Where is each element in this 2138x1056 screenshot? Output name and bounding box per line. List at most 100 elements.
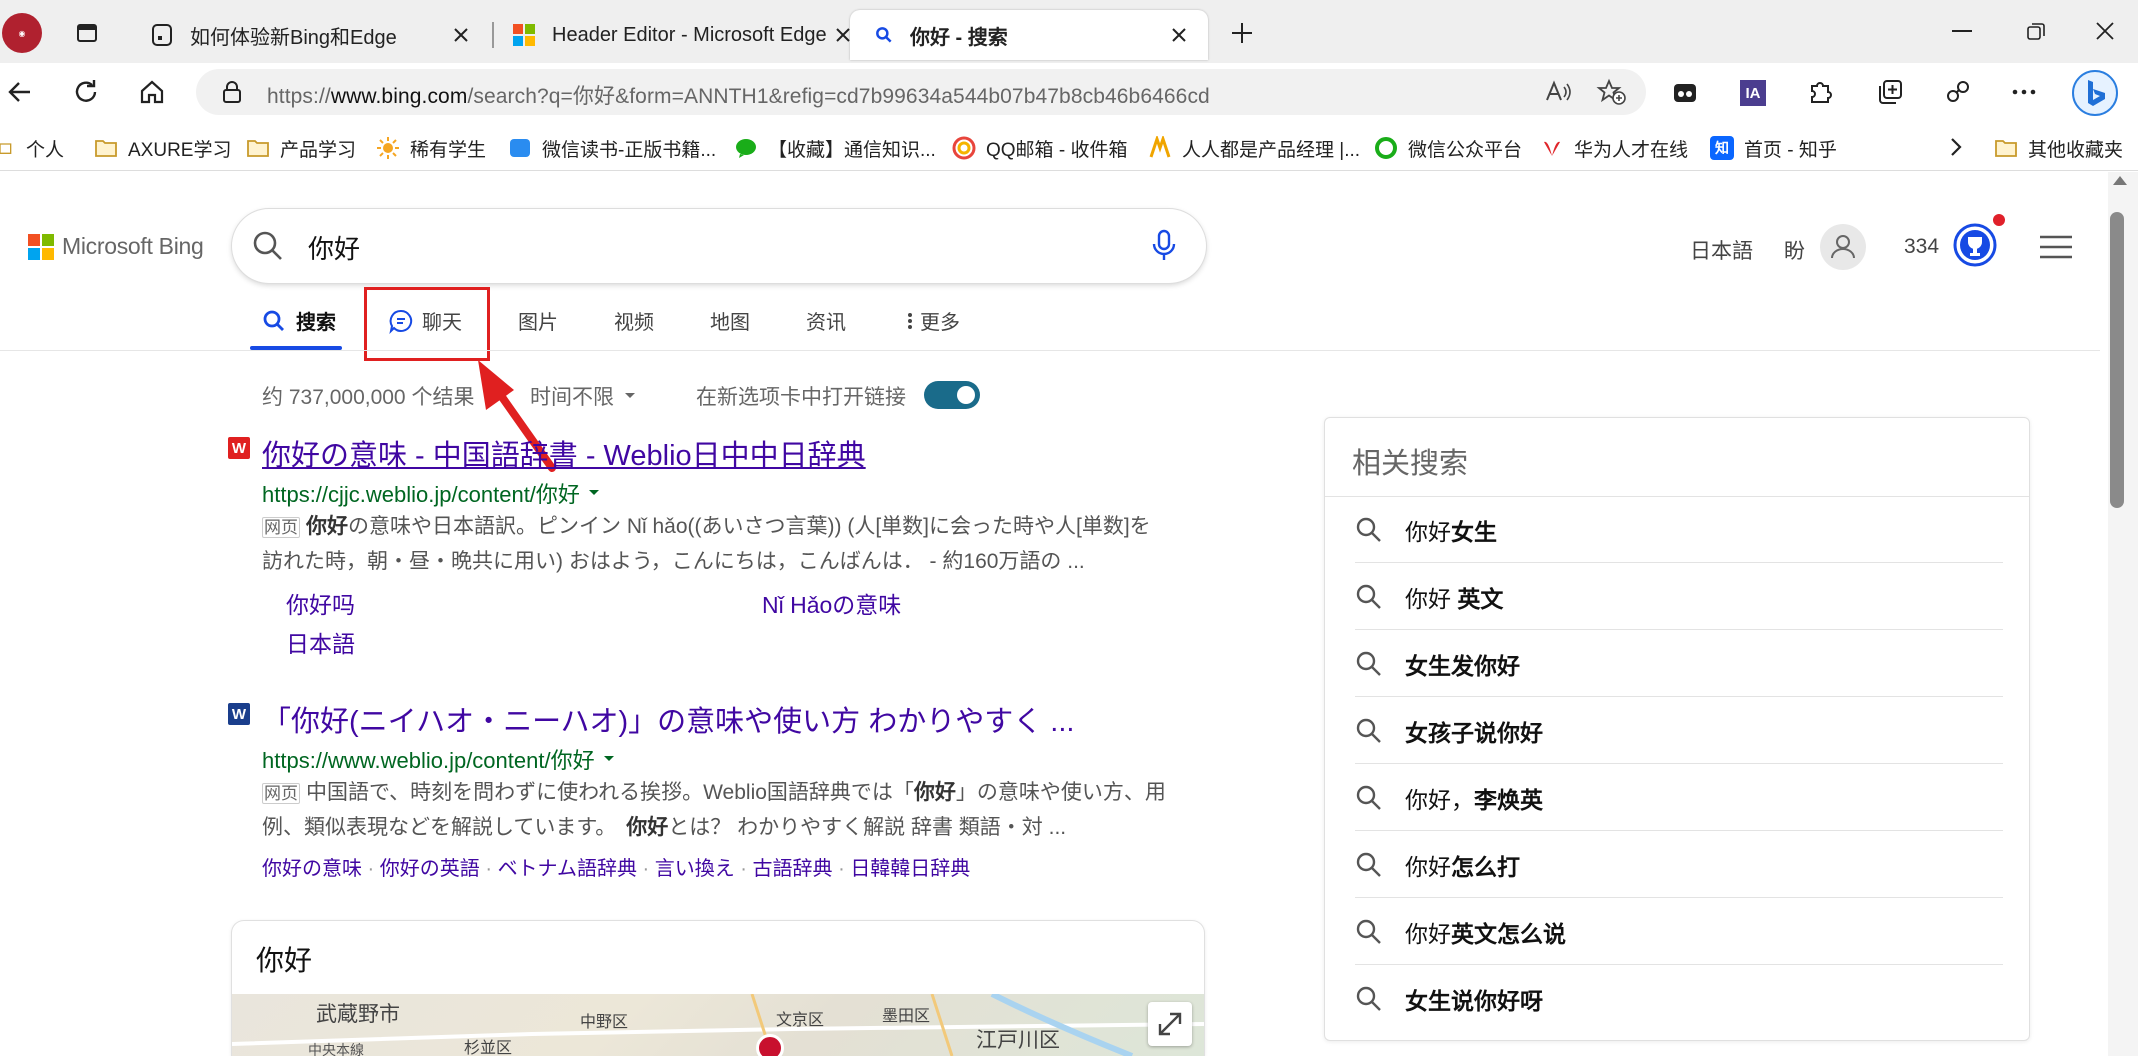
result-title-1[interactable]: 你好の意味 - 中国語辞書 - Weblio日中中日辞典	[262, 432, 866, 474]
add-favorite-button[interactable]	[1596, 78, 1626, 106]
time-filter-label: 时间不限	[530, 386, 614, 409]
bookmark-link-9[interactable]: 微信公众平台	[1374, 134, 1522, 162]
sublink-2[interactable]: Nǐ Hǎoの意味	[762, 586, 901, 620]
profile-avatar[interactable]: ◉	[2, 13, 42, 53]
close-icon[interactable]	[450, 24, 472, 46]
deep-link[interactable]: 你好の意味	[262, 858, 362, 880]
url-text[interactable]: https://www.bing.com/search?q=你好&form=AN…	[267, 80, 1210, 110]
home-button[interactable]	[138, 78, 166, 106]
related-item-4[interactable]: 女孩子说你好	[1355, 698, 2003, 764]
bing-copilot-button[interactable]	[2072, 70, 2118, 116]
bookmark-link-4[interactable]: 稀有学生	[376, 134, 486, 162]
lock-icon[interactable]	[222, 80, 242, 104]
huawei-icon	[1544, 141, 1560, 156]
related-item-6[interactable]: 你好 怎么打	[1355, 832, 2003, 898]
expand-map-button[interactable]	[1148, 1002, 1192, 1046]
related-plain: 你好	[1405, 585, 1458, 612]
deep-link[interactable]: 你好の英語	[380, 858, 480, 880]
result-url-1[interactable]: https://cjjc.weblio.jp/content/你好	[262, 477, 600, 509]
star-plus-icon	[1596, 78, 1626, 105]
search-icon[interactable]	[252, 230, 284, 262]
avatar[interactable]	[1820, 224, 1866, 270]
bookmark-link-8[interactable]: 人人都是产品经理 |...	[1148, 134, 1360, 162]
sublink-1[interactable]: 你好吗	[286, 586, 355, 620]
related-item-1[interactable]: 你好 女生	[1355, 497, 2003, 563]
user-name[interactable]: 盼	[1784, 235, 1805, 265]
read-aloud-button[interactable]	[1544, 78, 1572, 106]
close-icon[interactable]	[1168, 24, 1190, 46]
back-button[interactable]	[6, 78, 34, 106]
bing-logo[interactable]: Microsoft Bing	[28, 233, 204, 260]
extensions-button[interactable]	[1806, 78, 1834, 106]
bookmark-link-7[interactable]: QQ邮箱 - 收件箱	[952, 134, 1127, 162]
bookmark-folder-2[interactable]: AXURE学习	[94, 134, 231, 162]
deep-link[interactable]: 古語辞典	[753, 858, 833, 880]
tab-images[interactable]: 图片	[518, 306, 558, 335]
extension-button-1[interactable]	[1672, 80, 1698, 106]
deep-link[interactable]: ベトナム語辞典	[498, 858, 637, 880]
search-input[interactable]: 你好	[308, 229, 360, 266]
result-title-2[interactable]: 「你好(ニイハオ・ニーハオ)」の意味や使い方 わかりやすく ...	[262, 698, 1074, 740]
bookmark-folder-3[interactable]: 产品学习	[246, 134, 356, 162]
hamburger-menu-button[interactable]	[2040, 235, 2072, 259]
open-new-tab-label: 在新选项卡中打开链接	[696, 386, 906, 409]
result-url-2[interactable]: https://www.weblio.jp/content/你好	[262, 743, 615, 775]
microphone-button[interactable]	[1150, 229, 1178, 263]
related-bold: 李焕英	[1474, 786, 1543, 813]
tab-videos[interactable]: 视频	[614, 306, 654, 335]
scrollbar-thumb[interactable]	[2110, 212, 2124, 508]
caret-down-icon[interactable]	[603, 755, 615, 763]
more-options-button[interactable]	[2012, 89, 2036, 95]
related-item-5[interactable]: 你好， 李焕英	[1355, 765, 2003, 831]
extension-button-ia[interactable]: IA	[1740, 80, 1766, 106]
related-item-2[interactable]: 你好 英文	[1355, 564, 2003, 630]
search-box[interactable]	[232, 209, 1206, 283]
tab-more[interactable]: 更多	[906, 306, 960, 335]
restore-icon	[2027, 23, 2045, 40]
open-new-tab-toggle[interactable]	[924, 381, 980, 409]
tab-3-active[interactable]: 你好 - 搜索	[850, 10, 1208, 60]
related-bold: 女生	[1451, 518, 1497, 545]
bookmark-label: 个人	[26, 139, 65, 161]
bookmark-link-6[interactable]: 【收藏】通信知识...	[734, 134, 936, 162]
tab-2[interactable]: Header Editor - Microsoft Edge	[512, 10, 850, 60]
snippet-line: 网页 中国語で、時刻を問わずに使われる挨拶。Weblio国語辞典では「你好」の意味…	[262, 776, 1192, 811]
deep-link[interactable]: 日韓韓日辞典	[850, 858, 970, 880]
page-icon	[152, 24, 172, 46]
map-pin[interactable]	[756, 1034, 784, 1056]
caret-down-icon[interactable]	[588, 489, 600, 497]
language-link[interactable]: 日本語	[1690, 235, 1753, 265]
tab-actions-button[interactable]	[76, 22, 98, 44]
related-item-8[interactable]: 女生说你好呀	[1355, 966, 2003, 1032]
refresh-button[interactable]	[72, 78, 100, 106]
related-bold: 英文怎么说	[1451, 920, 1566, 947]
tab-1[interactable]: 如何体验新Bing和Edge	[150, 10, 490, 60]
time-filter-dropdown[interactable]: 时间不限	[530, 381, 636, 411]
tab-search[interactable]: 搜索	[262, 306, 336, 335]
snippet-text: 例、類似表現などを解説しています。	[262, 816, 617, 839]
close-window-button[interactable]	[2094, 20, 2116, 42]
related-item-3[interactable]: 女生发你好	[1355, 631, 2003, 697]
bookmark-link-10[interactable]: 华为人才在线	[1540, 134, 1688, 162]
minimize-button[interactable]	[1952, 30, 1972, 32]
sublink-3[interactable]: 日本語	[286, 625, 355, 659]
other-favorites-folder[interactable]: 其他收藏夹	[1994, 134, 2123, 162]
related-item-7[interactable]: 你好 英文怎么说	[1355, 899, 2003, 965]
rewards-points[interactable]: 334	[1904, 235, 1939, 259]
bookmark-link-5[interactable]: 微信读书-正版书籍...	[508, 134, 716, 162]
bookmark-folder-1[interactable]: 个人	[0, 134, 64, 162]
collections-button[interactable]	[1876, 78, 1904, 106]
scroll-up-arrow[interactable]	[2113, 176, 2127, 185]
map-image[interactable]: 武蔵野市 中野区 文京区 墨田区 杉並区 中央本線 江戸川区	[232, 994, 1204, 1056]
tab-news[interactable]: 资讯	[806, 306, 846, 335]
rewards-button[interactable]	[1952, 222, 1998, 268]
search-icon	[1356, 919, 1381, 944]
deep-link[interactable]: 言い換え	[655, 858, 735, 880]
new-tab-button[interactable]	[1230, 21, 1254, 45]
related-plain: 你好	[1405, 518, 1451, 545]
bookmarks-overflow-button[interactable]	[1948, 136, 1964, 158]
restore-button[interactable]	[2026, 22, 2046, 42]
bookmark-link-11[interactable]: 知 首页 - 知乎	[1710, 134, 1837, 162]
tab-maps[interactable]: 地图	[710, 306, 750, 335]
performance-button[interactable]	[1944, 78, 1972, 106]
